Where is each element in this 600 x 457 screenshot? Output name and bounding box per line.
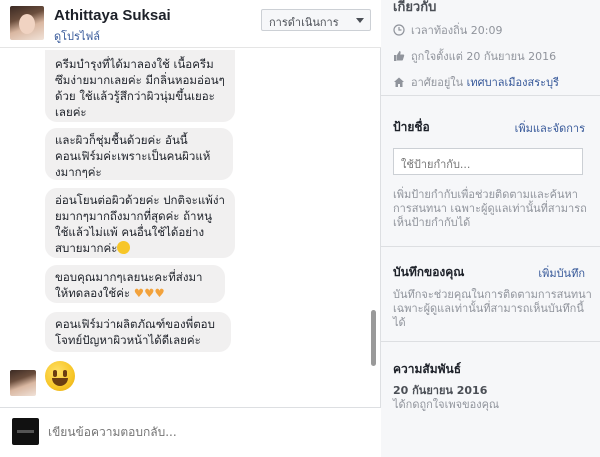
liked-since-row: ถูกใจตั้งแต่ 20 กันยายน 2016 <box>393 47 556 65</box>
local-time-text: เวลาท้องถิ่น 20:09 <box>411 24 503 37</box>
actions-dropdown-label: การดำเนินการ <box>269 16 339 29</box>
reply-input[interactable] <box>48 422 348 442</box>
activity-section: ความสัมพันธ์ 20 กันยายน 2016 ได้กดถูกใจเ… <box>381 342 600 457</box>
smiley-icon <box>117 241 131 254</box>
message-bubble: ขอบคุณมากๆเลยนะคะที่ส่งมาให้ทดลองใช้ค่ะ … <box>45 265 225 303</box>
chat-pane: Athittaya Suksai ดูโปรไฟล์ การดำเนินการ … <box>0 0 576 457</box>
actions-dropdown[interactable]: การดำเนินการ <box>261 9 371 31</box>
message-text: และผิวก็ชุ่มชื้นด้วยค่ะ อันนี้คอนเฟิร์มค… <box>55 133 211 179</box>
message-text: คอนเฟิร์มว่าผลิตภัณฑ์ของพี่ตอบโจทย์ปัญหา… <box>55 317 215 347</box>
lives-in-place-link[interactable]: เทศบาลเมืองสระบุรี <box>467 76 559 89</box>
reply-composer <box>0 407 576 457</box>
chevron-down-icon <box>356 18 364 23</box>
lives-in-label: อาศัยอยู่ใน <box>411 76 464 89</box>
info-panel: เกี่ยวกับ เวลาท้องถิ่น 20:09 ถูกใจตั้งแต… <box>381 0 600 457</box>
notes-section: บันทึกของคุณ เพิ่มบันทึก บันทึกจะช่วยคุณ… <box>381 247 600 342</box>
message-text: อ่อนโยนต่อผิวด้วยค่ะ ปกติจะแพ้ง่ายมากๆมา… <box>55 193 225 255</box>
activity-date: 20 กันยายน 2016 <box>393 384 488 397</box>
messenger-window: Athittaya Suksai ดูโปรไฟล์ การดำเนินการ … <box>0 0 600 457</box>
local-time-row: เวลาท้องถิ่น 20:09 <box>393 21 502 39</box>
message-list: ครีมบำรุงที่ได้มาลองใช้ เนื้อครีมซึมง่าย… <box>0 48 370 358</box>
labels-description: เพิ่มป้ายกำกับเพื่อช่วยติดตามและค้นหาการ… <box>393 188 587 229</box>
thumbs-up-icon <box>394 51 405 61</box>
labels-section: ป้ายชื่อ เพิ่มและจัดการ เพิ่มป้ายกำกับเพ… <box>381 96 600 247</box>
add-manage-labels-link[interactable]: เพิ่มและจัดการ <box>515 119 585 137</box>
about-section: เกี่ยวกับ เวลาท้องถิ่น 20:09 ถูกใจตั้งแต… <box>381 0 600 96</box>
activity-title: ความสัมพันธ์ <box>393 362 462 376</box>
message-bubble: อ่อนโยนต่อผิวด้วยค่ะ ปกติจะแพ้ง่ายมากๆมา… <box>45 188 235 258</box>
add-note-link[interactable]: เพิ่มบันทึก <box>538 264 585 282</box>
label-input[interactable] <box>393 148 583 175</box>
contact-name[interactable]: Athittaya Suksai <box>54 7 171 24</box>
page-avatar <box>12 418 39 445</box>
about-heading: เกี่ยวกับ <box>393 0 437 15</box>
big-smiley-icon <box>45 361 75 391</box>
activity-detail: ได้กดถูกใจเพจของคุณ <box>393 398 500 411</box>
hearts-icon: ♥♥♥ <box>133 286 165 300</box>
contact-avatar[interactable] <box>10 6 44 40</box>
message-bubble: ครีมบำรุงที่ได้มาลองใช้ เนื้อครีมซึมง่าย… <box>45 50 235 122</box>
notes-title: บันทึกของคุณ <box>393 265 465 279</box>
chat-header: Athittaya Suksai ดูโปรไฟล์ การดำเนินการ <box>0 0 381 48</box>
chat-scrollbar[interactable] <box>371 310 376 366</box>
labels-title: ป้ายชื่อ <box>393 120 430 134</box>
message-bubble: คอนเฟิร์มว่าผลิตภัณฑ์ของพี่ตอบโจทย์ปัญหา… <box>45 312 231 352</box>
lives-in-row: อาศัยอยู่ใน เทศบาลเมืองสระบุรี <box>393 73 559 91</box>
sender-avatar <box>10 370 36 396</box>
clock-icon <box>393 24 405 36</box>
notes-description: บันทึกจะช่วยคุณในการติดตามการสนทนา เฉพาะ… <box>393 288 592 329</box>
message-bubble: และผิวก็ชุ่มชื้นด้วยค่ะ อันนี้คอนเฟิร์มค… <box>45 128 233 180</box>
view-profile-link[interactable]: ดูโปรไฟล์ <box>54 27 100 45</box>
message-text: ครีมบำรุงที่ได้มาลองใช้ เนื้อครีมซึมง่าย… <box>55 57 225 119</box>
liked-since-text: ถูกใจตั้งแต่ 20 กันยายน 2016 <box>411 50 557 63</box>
message-text: ขอบคุณมากๆเลยนะคะที่ส่งมาให้ทดลองใช้ค่ะ <box>55 270 203 300</box>
home-icon <box>394 77 404 87</box>
